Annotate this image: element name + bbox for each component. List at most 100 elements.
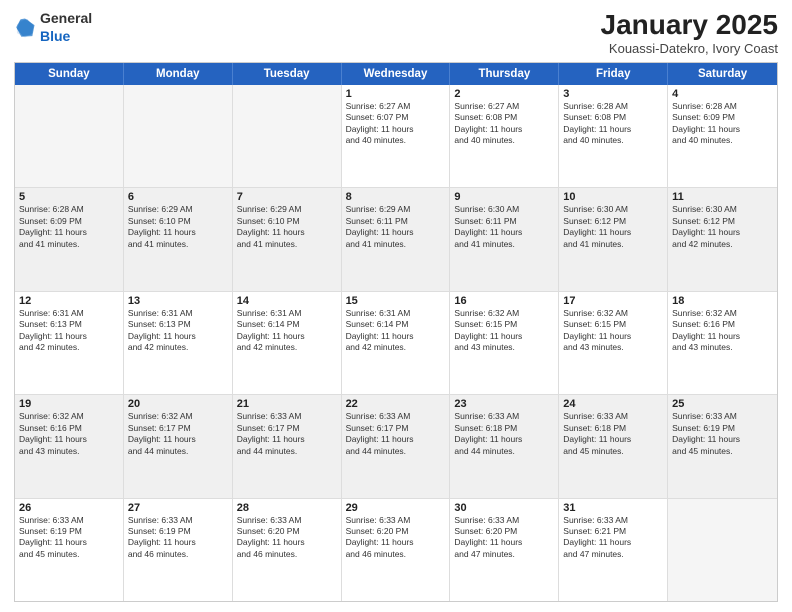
cal-cell: 9Sunrise: 6:30 AM Sunset: 6:11 PM Daylig… — [450, 188, 559, 290]
cal-cell: 27Sunrise: 6:33 AM Sunset: 6:19 PM Dayli… — [124, 499, 233, 601]
day-number: 26 — [19, 502, 119, 514]
day-number: 28 — [237, 502, 337, 514]
day-info: Sunrise: 6:33 AM Sunset: 6:20 PM Dayligh… — [346, 515, 446, 561]
header-day-wednesday: Wednesday — [342, 63, 451, 85]
header-day-sunday: Sunday — [15, 63, 124, 85]
cal-cell: 25Sunrise: 6:33 AM Sunset: 6:19 PM Dayli… — [668, 395, 777, 497]
day-number: 21 — [237, 398, 337, 410]
cal-cell: 28Sunrise: 6:33 AM Sunset: 6:20 PM Dayli… — [233, 499, 342, 601]
day-number: 17 — [563, 295, 663, 307]
day-number: 20 — [128, 398, 228, 410]
subtitle: Kouassi-Datekro, Ivory Coast — [601, 41, 778, 56]
calendar: SundayMondayTuesdayWednesdayThursdayFrid… — [14, 62, 778, 602]
day-info: Sunrise: 6:30 AM Sunset: 6:11 PM Dayligh… — [454, 204, 554, 250]
day-info: Sunrise: 6:28 AM Sunset: 6:09 PM Dayligh… — [672, 101, 773, 147]
cal-cell: 29Sunrise: 6:33 AM Sunset: 6:20 PM Dayli… — [342, 499, 451, 601]
day-info: Sunrise: 6:28 AM Sunset: 6:09 PM Dayligh… — [19, 204, 119, 250]
day-info: Sunrise: 6:33 AM Sunset: 6:18 PM Dayligh… — [563, 411, 663, 457]
day-info: Sunrise: 6:31 AM Sunset: 6:13 PM Dayligh… — [19, 308, 119, 354]
day-info: Sunrise: 6:32 AM Sunset: 6:16 PM Dayligh… — [672, 308, 773, 354]
cal-cell: 30Sunrise: 6:33 AM Sunset: 6:20 PM Dayli… — [450, 499, 559, 601]
cal-cell: 18Sunrise: 6:32 AM Sunset: 6:16 PM Dayli… — [668, 292, 777, 394]
day-number: 2 — [454, 88, 554, 100]
header: General Blue January 2025 Kouassi-Datekr… — [14, 10, 778, 56]
title-block: January 2025 Kouassi-Datekro, Ivory Coas… — [601, 10, 778, 56]
day-info: Sunrise: 6:33 AM Sunset: 6:21 PM Dayligh… — [563, 515, 663, 561]
cal-cell: 19Sunrise: 6:32 AM Sunset: 6:16 PM Dayli… — [15, 395, 124, 497]
day-info: Sunrise: 6:31 AM Sunset: 6:13 PM Dayligh… — [128, 308, 228, 354]
cal-cell: 15Sunrise: 6:31 AM Sunset: 6:14 PM Dayli… — [342, 292, 451, 394]
day-info: Sunrise: 6:33 AM Sunset: 6:17 PM Dayligh… — [237, 411, 337, 457]
day-number: 24 — [563, 398, 663, 410]
day-number: 13 — [128, 295, 228, 307]
day-number: 5 — [19, 191, 119, 203]
day-info: Sunrise: 6:27 AM Sunset: 6:07 PM Dayligh… — [346, 101, 446, 147]
calendar-body: 1Sunrise: 6:27 AM Sunset: 6:07 PM Daylig… — [15, 85, 777, 601]
header-day-tuesday: Tuesday — [233, 63, 342, 85]
cal-cell: 20Sunrise: 6:32 AM Sunset: 6:17 PM Dayli… — [124, 395, 233, 497]
day-info: Sunrise: 6:33 AM Sunset: 6:20 PM Dayligh… — [454, 515, 554, 561]
day-info: Sunrise: 6:33 AM Sunset: 6:17 PM Dayligh… — [346, 411, 446, 457]
day-info: Sunrise: 6:27 AM Sunset: 6:08 PM Dayligh… — [454, 101, 554, 147]
logo-icon — [14, 17, 36, 39]
cal-cell: 10Sunrise: 6:30 AM Sunset: 6:12 PM Dayli… — [559, 188, 668, 290]
day-info: Sunrise: 6:32 AM Sunset: 6:15 PM Dayligh… — [454, 308, 554, 354]
cal-cell: 11Sunrise: 6:30 AM Sunset: 6:12 PM Dayli… — [668, 188, 777, 290]
cal-cell: 12Sunrise: 6:31 AM Sunset: 6:13 PM Dayli… — [15, 292, 124, 394]
week-2: 5Sunrise: 6:28 AM Sunset: 6:09 PM Daylig… — [15, 188, 777, 291]
calendar-header: SundayMondayTuesdayWednesdayThursdayFrid… — [15, 63, 777, 85]
cal-cell: 17Sunrise: 6:32 AM Sunset: 6:15 PM Dayli… — [559, 292, 668, 394]
cal-cell: 21Sunrise: 6:33 AM Sunset: 6:17 PM Dayli… — [233, 395, 342, 497]
day-info: Sunrise: 6:33 AM Sunset: 6:19 PM Dayligh… — [19, 515, 119, 561]
day-number: 1 — [346, 88, 446, 100]
day-info: Sunrise: 6:32 AM Sunset: 6:15 PM Dayligh… — [563, 308, 663, 354]
cal-cell: 6Sunrise: 6:29 AM Sunset: 6:10 PM Daylig… — [124, 188, 233, 290]
day-info: Sunrise: 6:30 AM Sunset: 6:12 PM Dayligh… — [563, 204, 663, 250]
day-info: Sunrise: 6:29 AM Sunset: 6:10 PM Dayligh… — [237, 204, 337, 250]
logo-text: General Blue — [40, 10, 92, 46]
day-number: 23 — [454, 398, 554, 410]
day-info: Sunrise: 6:29 AM Sunset: 6:11 PM Dayligh… — [346, 204, 446, 250]
week-3: 12Sunrise: 6:31 AM Sunset: 6:13 PM Dayli… — [15, 292, 777, 395]
cal-cell: 31Sunrise: 6:33 AM Sunset: 6:21 PM Dayli… — [559, 499, 668, 601]
day-info: Sunrise: 6:31 AM Sunset: 6:14 PM Dayligh… — [237, 308, 337, 354]
day-number: 11 — [672, 191, 773, 203]
day-info: Sunrise: 6:29 AM Sunset: 6:10 PM Dayligh… — [128, 204, 228, 250]
logo: General Blue — [14, 10, 92, 46]
day-number: 19 — [19, 398, 119, 410]
cal-cell: 23Sunrise: 6:33 AM Sunset: 6:18 PM Dayli… — [450, 395, 559, 497]
day-number: 15 — [346, 295, 446, 307]
page: General Blue January 2025 Kouassi-Datekr… — [0, 0, 792, 612]
day-number: 4 — [672, 88, 773, 100]
header-day-thursday: Thursday — [450, 63, 559, 85]
week-1: 1Sunrise: 6:27 AM Sunset: 6:07 PM Daylig… — [15, 85, 777, 188]
day-number: 29 — [346, 502, 446, 514]
cal-cell — [668, 499, 777, 601]
cal-cell: 16Sunrise: 6:32 AM Sunset: 6:15 PM Dayli… — [450, 292, 559, 394]
day-number: 22 — [346, 398, 446, 410]
day-number: 6 — [128, 191, 228, 203]
day-number: 12 — [19, 295, 119, 307]
cal-cell: 8Sunrise: 6:29 AM Sunset: 6:11 PM Daylig… — [342, 188, 451, 290]
cal-cell — [15, 85, 124, 187]
header-day-saturday: Saturday — [668, 63, 777, 85]
day-info: Sunrise: 6:33 AM Sunset: 6:18 PM Dayligh… — [454, 411, 554, 457]
day-info: Sunrise: 6:32 AM Sunset: 6:17 PM Dayligh… — [128, 411, 228, 457]
cal-cell: 5Sunrise: 6:28 AM Sunset: 6:09 PM Daylig… — [15, 188, 124, 290]
cal-cell — [124, 85, 233, 187]
cal-cell: 22Sunrise: 6:33 AM Sunset: 6:17 PM Dayli… — [342, 395, 451, 497]
day-number: 9 — [454, 191, 554, 203]
logo-blue: Blue — [40, 28, 70, 44]
day-number: 25 — [672, 398, 773, 410]
day-number: 18 — [672, 295, 773, 307]
day-number: 3 — [563, 88, 663, 100]
day-info: Sunrise: 6:33 AM Sunset: 6:19 PM Dayligh… — [128, 515, 228, 561]
day-number: 7 — [237, 191, 337, 203]
day-number: 30 — [454, 502, 554, 514]
week-4: 19Sunrise: 6:32 AM Sunset: 6:16 PM Dayli… — [15, 395, 777, 498]
day-number: 8 — [346, 191, 446, 203]
cal-cell: 26Sunrise: 6:33 AM Sunset: 6:19 PM Dayli… — [15, 499, 124, 601]
day-info: Sunrise: 6:30 AM Sunset: 6:12 PM Dayligh… — [672, 204, 773, 250]
cal-cell: 4Sunrise: 6:28 AM Sunset: 6:09 PM Daylig… — [668, 85, 777, 187]
header-day-friday: Friday — [559, 63, 668, 85]
